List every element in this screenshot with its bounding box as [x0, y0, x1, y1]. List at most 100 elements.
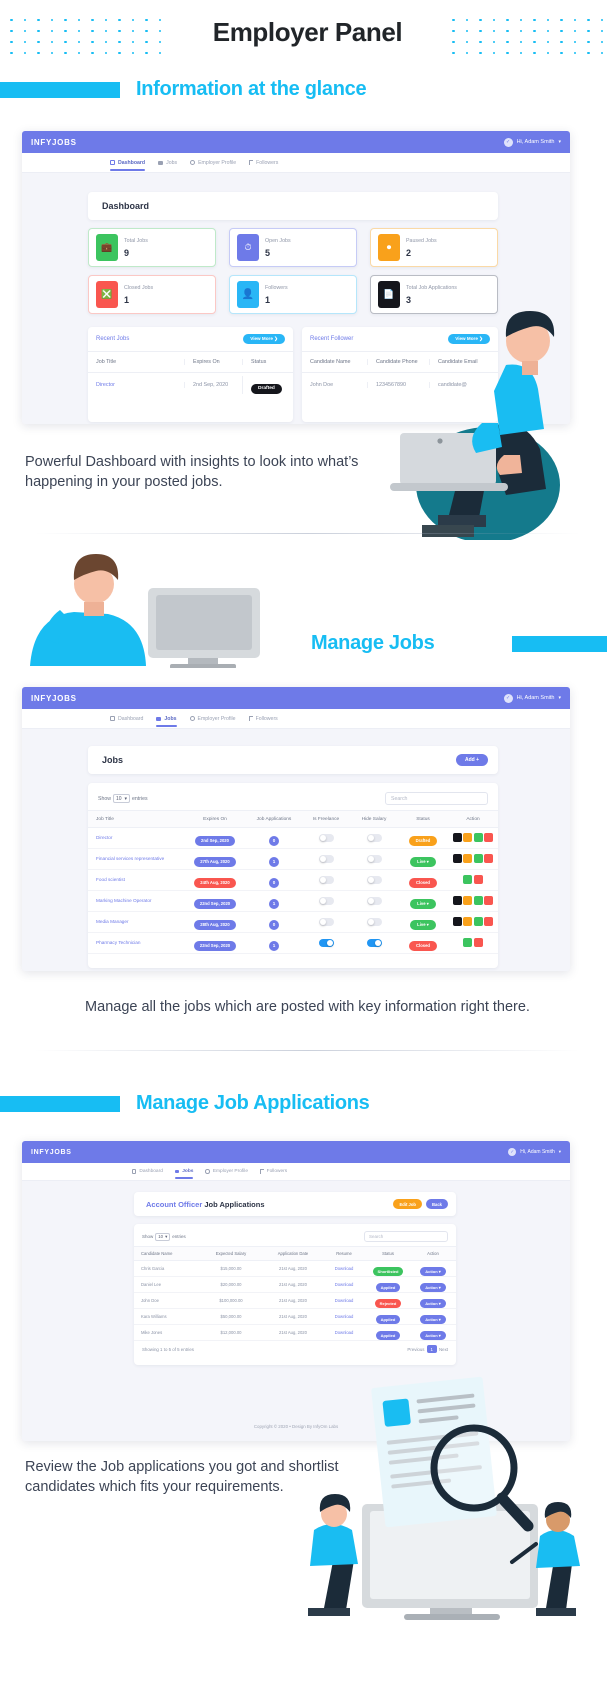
action-button-red[interactable] — [473, 875, 483, 885]
download-resume-link[interactable]: Download — [324, 1266, 364, 1271]
column-header[interactable]: Job Title — [88, 817, 184, 822]
download-resume-link[interactable]: Download — [324, 1282, 364, 1287]
tab-dashboard[interactable]: Dashboard — [132, 1169, 163, 1174]
job-title[interactable]: Food scientist — [88, 877, 184, 882]
tab-followers[interactable]: Followers — [260, 1169, 287, 1174]
hide-salary-toggle[interactable] — [366, 854, 382, 863]
column-header[interactable]: Expected Salary — [200, 1251, 262, 1256]
is-freelance-toggle[interactable] — [318, 875, 334, 884]
add-job-button[interactable]: Add + — [455, 754, 488, 766]
status-badge[interactable]: Closed — [409, 940, 437, 951]
tab-employer-profile[interactable]: Employer Profile — [189, 716, 236, 722]
search-input[interactable]: Search — [364, 1231, 448, 1242]
column-header[interactable]: Status — [398, 817, 448, 822]
action-button-green[interactable] — [473, 833, 483, 843]
action-dropdown[interactable]: Action ▾ — [420, 1330, 446, 1340]
tab-jobs[interactable]: Jobs — [174, 1169, 193, 1179]
next-page-button[interactable]: Next — [439, 1347, 448, 1352]
action-dropdown[interactable]: Action ▾ — [420, 1266, 446, 1276]
column-header[interactable]: Job Applications — [246, 817, 302, 822]
page-title-job[interactable]: Account Officer — [146, 1200, 202, 1209]
tab-jobs[interactable]: Jobs — [158, 160, 177, 166]
action-button-green[interactable] — [473, 854, 483, 864]
column-header[interactable]: Action — [412, 1251, 454, 1256]
back-button[interactable]: Back — [425, 1199, 448, 1209]
action-button-red[interactable] — [483, 854, 493, 864]
action-button-orange[interactable] — [463, 917, 473, 927]
download-resume-link[interactable]: Download — [324, 1314, 364, 1319]
action-button-black[interactable] — [453, 854, 463, 864]
stat-card[interactable]: 👤 Followers 1 — [229, 275, 357, 314]
is-freelance-toggle[interactable] — [318, 854, 334, 863]
job-title[interactable]: Director — [88, 835, 184, 840]
hide-salary-toggle[interactable] — [366, 917, 382, 926]
hide-salary-toggle[interactable] — [366, 938, 382, 947]
action-dropdown[interactable]: Action ▾ — [420, 1298, 446, 1308]
action-button-black[interactable] — [453, 833, 463, 843]
action-button-red[interactable] — [483, 833, 493, 843]
tab-jobs[interactable]: Jobs — [156, 716, 177, 727]
job-title[interactable]: Marking Machine Operator — [88, 898, 184, 903]
job-title[interactable]: Director — [88, 382, 184, 388]
download-resume-link[interactable]: Download — [324, 1330, 364, 1335]
view-more-button[interactable]: View More ❯ — [243, 334, 285, 344]
is-freelance-toggle[interactable] — [318, 896, 334, 905]
action-dropdown[interactable]: Action ▾ — [420, 1314, 446, 1324]
tab-employer-profile[interactable]: Employer Profile — [190, 160, 236, 166]
stat-card[interactable]: ❎ Closed Jobs 1 — [88, 275, 216, 314]
status-badge[interactable]: Drafted — [408, 835, 438, 846]
action-button-orange[interactable] — [463, 854, 473, 864]
action-button-orange[interactable] — [463, 833, 473, 843]
hide-salary-toggle[interactable] — [366, 896, 382, 905]
column-header[interactable]: Status — [364, 1251, 412, 1256]
action-button-green[interactable] — [473, 917, 483, 927]
column-header[interactable]: Resume — [324, 1251, 364, 1256]
previous-page-button[interactable]: Previous — [407, 1347, 424, 1352]
tab-dashboard[interactable]: Dashboard — [110, 716, 143, 722]
action-button-green[interactable] — [473, 896, 483, 906]
action-button-red[interactable] — [473, 938, 483, 948]
action-button-orange[interactable] — [463, 896, 473, 906]
column-header[interactable]: Candidate Name — [134, 1251, 200, 1256]
hide-salary-toggle[interactable] — [366, 833, 382, 842]
column-header[interactable]: Expires On — [184, 817, 246, 822]
action-dropdown[interactable]: Action ▾ — [420, 1282, 446, 1292]
user-menu[interactable]: ✓ Hi, Adam Smith ▾ — [503, 137, 561, 147]
action-button-red[interactable] — [483, 917, 493, 927]
dashboard-icon — [110, 716, 115, 721]
column-header[interactable]: Hide Salary — [350, 817, 398, 822]
stat-card[interactable]: ⏱ Open Jobs 5 — [229, 228, 357, 267]
edit-job-button[interactable]: Edit Job — [393, 1199, 422, 1209]
user-menu[interactable]: ✓ Hi, Adam Smith ▾ — [503, 693, 561, 703]
hide-salary-toggle[interactable] — [366, 875, 382, 884]
tab-followers[interactable]: Followers — [248, 716, 278, 722]
status-badge[interactable]: Live ▾ — [410, 919, 436, 930]
stat-card[interactable]: ⏺ Paused Jobs 2 — [370, 228, 498, 267]
status-badge[interactable]: Live ▾ — [410, 898, 436, 909]
is-freelance-toggle[interactable] — [318, 917, 334, 926]
column-header[interactable]: Action — [448, 817, 498, 822]
status-badge[interactable]: Live ▾ — [410, 856, 436, 867]
stat-card[interactable]: 💼 Total Jobs 9 — [88, 228, 216, 267]
column-header[interactable]: Application Date — [262, 1251, 324, 1256]
action-button-green[interactable] — [463, 938, 473, 948]
action-button-black[interactable] — [453, 896, 463, 906]
tab-dashboard[interactable]: Dashboard — [110, 160, 146, 171]
is-freelance-toggle[interactable] — [318, 938, 334, 947]
action-button-green[interactable] — [463, 875, 473, 885]
column-header[interactable]: Is Freelance — [302, 817, 350, 822]
status-badge[interactable]: Closed — [409, 877, 437, 888]
entries-select[interactable]: 10 ▾ — [112, 794, 130, 803]
action-button-black[interactable] — [453, 917, 463, 927]
tab-followers[interactable]: Followers — [249, 160, 278, 166]
job-title[interactable]: Media Manager — [88, 919, 184, 924]
entries-select[interactable]: 10 ▾ — [155, 1232, 171, 1241]
tab-employer-profile[interactable]: Employer Profile — [205, 1169, 248, 1174]
job-title[interactable]: Pharmacy Technician — [88, 940, 184, 945]
job-title[interactable]: Financial services representative — [88, 856, 184, 861]
is-freelance-toggle[interactable] — [318, 833, 334, 842]
action-button-red[interactable] — [483, 896, 493, 906]
download-resume-link[interactable]: Download — [324, 1298, 364, 1303]
user-menu[interactable]: ✓ Hi, Adam Smith ▾ — [508, 1148, 561, 1156]
search-input[interactable]: Search — [385, 792, 488, 805]
